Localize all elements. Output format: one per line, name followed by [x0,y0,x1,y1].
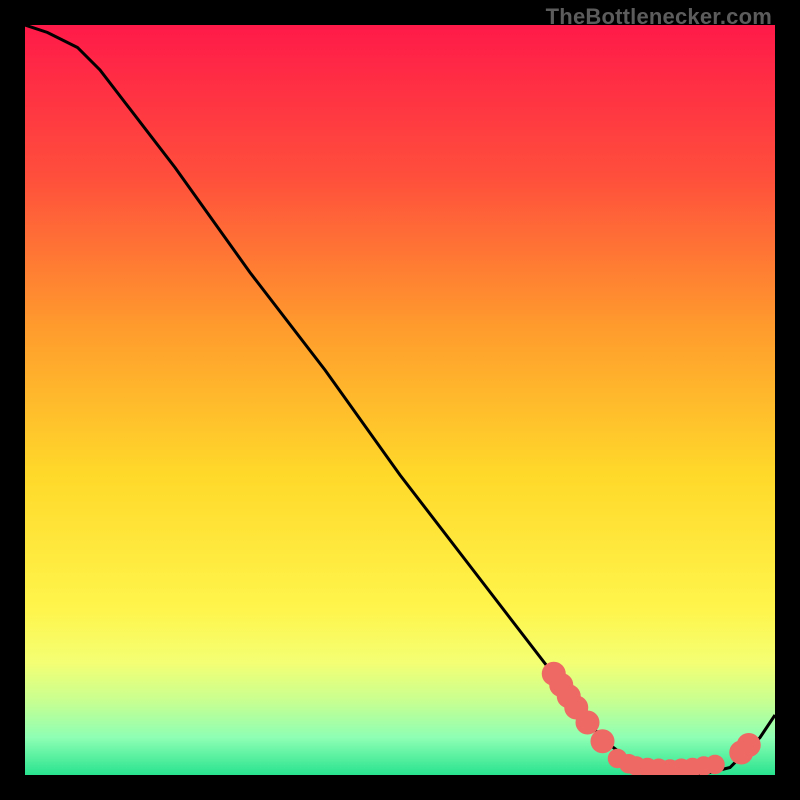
data-marker [737,733,761,757]
data-marker [591,729,615,753]
data-marker [576,711,600,735]
chart-svg [25,25,775,775]
chart-stage: TheBottlenecker.com [0,0,800,800]
data-marker [705,755,725,775]
gradient-background [25,25,775,775]
chart-plot-area [25,25,775,775]
